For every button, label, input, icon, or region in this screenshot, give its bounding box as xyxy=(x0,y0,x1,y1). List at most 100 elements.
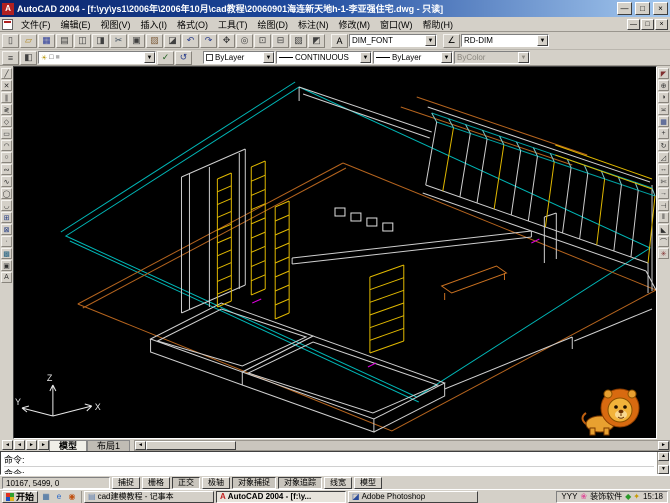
tray-icon-gold[interactable]: ✦ xyxy=(633,492,640,501)
color-combo[interactable]: ByLayer ▼ xyxy=(203,51,275,64)
layer-states-icon[interactable]: ◧ xyxy=(20,51,37,65)
scroll-up-button[interactable]: ▲ xyxy=(658,452,669,461)
rotate-icon[interactable]: ↻ xyxy=(658,140,669,151)
move-icon[interactable]: + xyxy=(658,128,669,139)
stretch-icon[interactable]: ↔ xyxy=(658,164,669,175)
last-tab-button[interactable]: ► xyxy=(38,440,49,450)
dropdown-arrow-icon[interactable]: ▼ xyxy=(425,35,436,46)
circle-icon[interactable]: ○ xyxy=(1,152,12,163)
polyline-icon[interactable]: ≷ xyxy=(1,104,12,115)
menu-item-7[interactable]: 标注(N) xyxy=(293,18,334,31)
menu-item-9[interactable]: 窗口(W) xyxy=(375,18,418,31)
scroll-left-button[interactable]: ◄ xyxy=(135,441,146,450)
trim-icon[interactable]: ✄ xyxy=(658,176,669,187)
first-tab-button[interactable]: ◄ xyxy=(2,440,13,450)
text-style-icon[interactable]: A xyxy=(331,34,348,48)
status-toggle-1[interactable]: 栅格 xyxy=(142,477,170,489)
status-toggle-3[interactable]: 极轴 xyxy=(202,477,230,489)
restore-button[interactable]: □ xyxy=(635,2,650,15)
copy-object-icon[interactable]: ⊕ xyxy=(658,80,669,91)
linetype-combo[interactable]: CONTINUOUS ▼ xyxy=(276,51,372,64)
status-toggle-0[interactable]: 捕捉 xyxy=(112,477,140,489)
redo-icon[interactable]: ↷ xyxy=(200,34,217,48)
status-toggle-7[interactable]: 模型 xyxy=(354,477,382,489)
break-at-point-icon[interactable]: ⊣ xyxy=(658,200,669,211)
designcenter-icon[interactable]: ◩ xyxy=(308,34,325,48)
plot-preview-icon[interactable]: ◫ xyxy=(74,34,91,48)
dropdown-arrow-icon[interactable]: ▼ xyxy=(263,52,274,63)
prev-tab-button[interactable]: ◄ xyxy=(14,440,25,450)
dropdown-arrow-icon[interactable]: ▼ xyxy=(144,52,155,63)
plot-icon[interactable]: ▤ xyxy=(56,34,73,48)
zoom-previous-icon[interactable]: ⊟ xyxy=(272,34,289,48)
insert-block-icon[interactable]: ⊞ xyxy=(1,212,12,223)
undo-icon[interactable]: ↶ xyxy=(182,34,199,48)
menu-item-0[interactable]: 文件(F) xyxy=(16,18,56,31)
zoom-realtime-icon[interactable]: ◎ xyxy=(236,34,253,48)
region-icon[interactable]: ▣ xyxy=(1,260,12,271)
clock[interactable]: 15:18 xyxy=(643,492,663,501)
explode-icon[interactable]: ✳ xyxy=(658,248,669,259)
menu-item-1[interactable]: 编辑(E) xyxy=(56,18,96,31)
close-button[interactable]: × xyxy=(653,2,668,15)
pan-icon[interactable]: ✥ xyxy=(218,34,235,48)
menu-item-3[interactable]: 插入(I) xyxy=(136,18,173,31)
command-scrollbar[interactable]: ▲ ▼ xyxy=(657,452,669,474)
break-icon[interactable]: ‖ xyxy=(658,212,669,223)
arc-icon[interactable]: ◠ xyxy=(1,140,12,151)
ie-icon[interactable]: e xyxy=(53,491,65,503)
ellipse-arc-icon[interactable]: ◡ xyxy=(1,200,12,211)
polygon-icon[interactable]: ◇ xyxy=(1,116,12,127)
erase-icon[interactable]: ◤ xyxy=(658,68,669,79)
match-properties-icon[interactable]: ◪ xyxy=(164,34,181,48)
make-block-icon[interactable]: ⊠ xyxy=(1,224,12,235)
save-icon[interactable]: ▦ xyxy=(38,34,55,48)
point-icon[interactable]: ∙ xyxy=(1,236,12,247)
start-button[interactable]: 开始 xyxy=(2,491,38,503)
properties-icon[interactable]: ▧ xyxy=(290,34,307,48)
dim-style-combo[interactable]: RD-DIM ▼ xyxy=(461,34,549,47)
array-icon[interactable]: ▦ xyxy=(658,116,669,127)
mtext-icon[interactable]: A xyxy=(1,272,12,283)
publish-icon[interactable]: ◨ xyxy=(92,34,109,48)
open-file-icon[interactable]: ▱ xyxy=(20,34,37,48)
menu-item-6[interactable]: 绘图(D) xyxy=(253,18,294,31)
task-button-2[interactable]: ◪Adobe Photoshop xyxy=(348,491,478,503)
dim-style-icon[interactable]: ∠ xyxy=(443,34,460,48)
extend-icon[interactable]: → xyxy=(658,188,669,199)
dropdown-arrow-icon[interactable]: ▼ xyxy=(441,52,452,63)
new-file-icon[interactable]: ▯ xyxy=(2,34,19,48)
revcloud-icon[interactable]: ∾ xyxy=(1,164,12,175)
layer-lock-icon[interactable]: □ xyxy=(49,54,53,62)
status-toggle-5[interactable]: 对象追踪 xyxy=(278,477,322,489)
zoom-window-icon[interactable]: ⊡ xyxy=(254,34,271,48)
flower-icon[interactable]: ❀ xyxy=(580,492,587,501)
lineweight-combo[interactable]: ByLayer ▼ xyxy=(373,51,453,64)
fillet-icon[interactable]: ⌒ xyxy=(658,236,669,247)
doc-restore-button[interactable]: □ xyxy=(641,19,654,30)
copy-icon[interactable]: ▣ xyxy=(128,34,145,48)
tab-model[interactable]: 模型 xyxy=(49,440,87,451)
menu-item-10[interactable]: 帮助(H) xyxy=(418,18,459,31)
layer-color-swatch[interactable]: ■ xyxy=(56,54,60,62)
paste-icon[interactable]: ▨ xyxy=(146,34,163,48)
tray-icon-green[interactable]: ◆ xyxy=(625,492,631,501)
mirror-icon[interactable]: ◑ xyxy=(658,92,669,103)
menu-item-8[interactable]: 修改(M) xyxy=(334,18,376,31)
next-tab-button[interactable]: ► xyxy=(26,440,37,450)
horizontal-scroll-thumb[interactable] xyxy=(146,441,236,450)
ellipse-icon[interactable]: ◯ xyxy=(1,188,12,199)
drawing-canvas[interactable]: Z X Y xyxy=(13,66,657,439)
status-toggle-4[interactable]: 对象捕捉 xyxy=(232,477,276,489)
status-toggle-6[interactable]: 线宽 xyxy=(324,477,352,489)
scroll-down-button[interactable]: ▼ xyxy=(658,465,669,474)
doc-minimize-button[interactable]: — xyxy=(627,19,640,30)
layers-icon[interactable]: ≡ xyxy=(2,51,19,65)
layer-on-icon[interactable]: ☀ xyxy=(41,54,47,62)
make-object-layer-current-icon[interactable]: ✓ xyxy=(157,51,174,65)
show-desktop-icon[interactable]: ▦ xyxy=(40,491,52,503)
line-icon[interactable]: ╱ xyxy=(1,68,12,79)
menu-item-5[interactable]: 工具(T) xyxy=(213,18,253,31)
menu-item-2[interactable]: 视图(V) xyxy=(96,18,136,31)
status-toggle-2[interactable]: 正交 xyxy=(172,477,200,489)
